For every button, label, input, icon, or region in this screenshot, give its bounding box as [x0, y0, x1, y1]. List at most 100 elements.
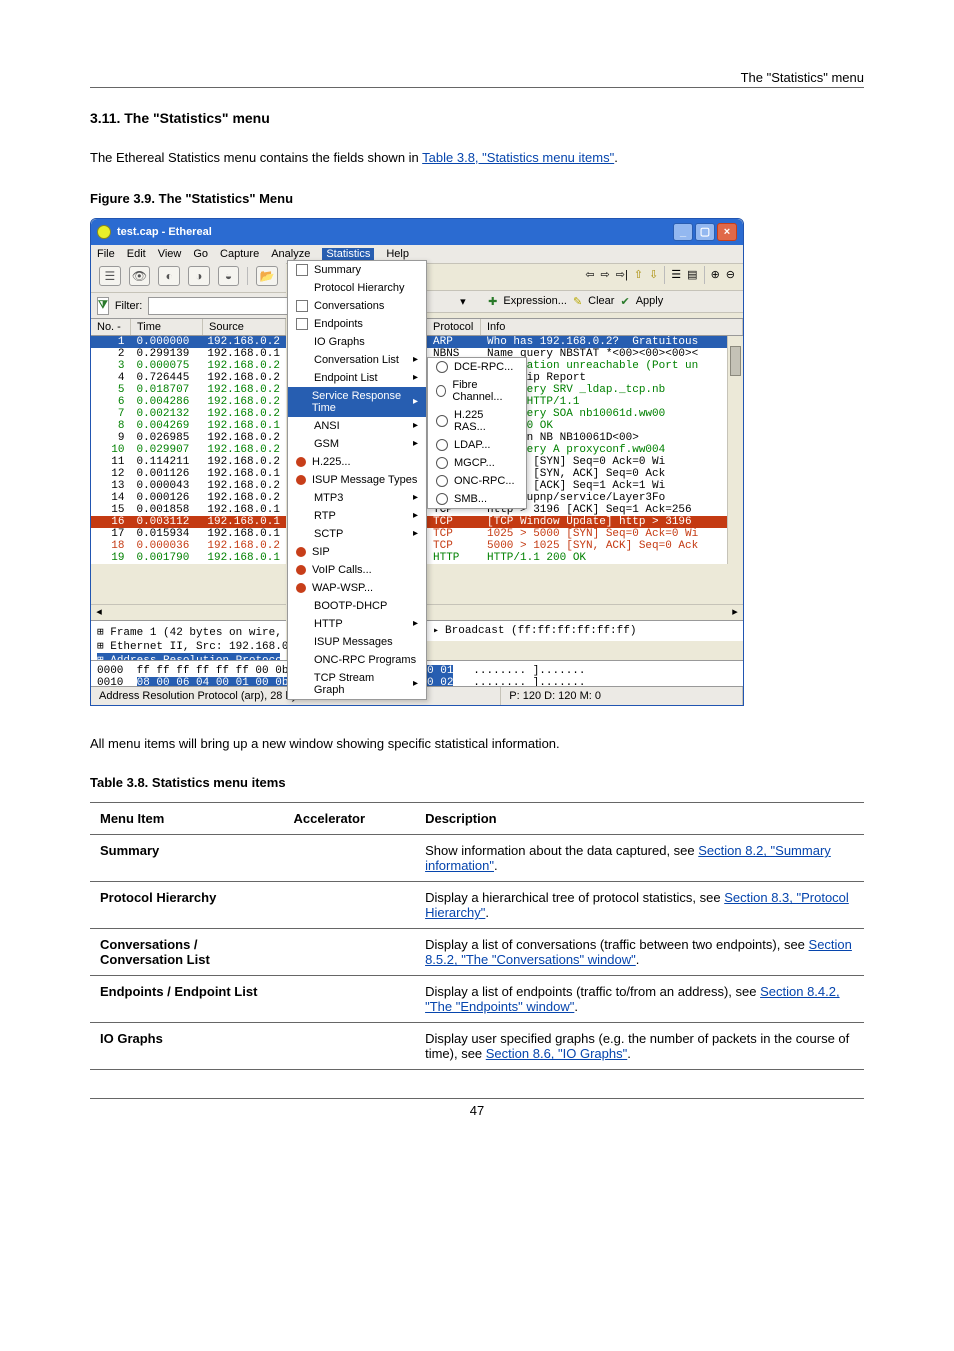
table-row[interactable]: 180.000036192.168.0.2 [91, 540, 286, 552]
srt-submenu-item[interactable]: SMB... [428, 490, 526, 508]
srt-submenu-item[interactable]: DCE-RPC... [428, 358, 526, 376]
nav-back-icon[interactable]: ⇦ [585, 268, 594, 281]
close-button[interactable]: × [717, 223, 737, 241]
dropdown-arrow-icon[interactable]: ▾ [460, 295, 466, 308]
stats-menu-item[interactable]: IO Graphs [288, 333, 426, 351]
intro-link[interactable]: Table 3.8, "Statistics menu items" [422, 150, 614, 165]
vscroll[interactable] [727, 336, 743, 564]
table-row[interactable]: 40.726445192.168.0.2 [91, 372, 286, 384]
view-list-icon[interactable]: ☰ [671, 268, 681, 281]
stats-menu-item[interactable]: Service Response Time▸ [288, 387, 426, 417]
table-row[interactable]: 130.000043192.168.0.2 [91, 480, 286, 492]
desc-link[interactable]: Section 8.4.2, "The "Endpoints" window" [425, 984, 840, 1014]
col-info[interactable]: Info [481, 319, 743, 335]
table-row[interactable]: 160.003112192.168.0.1 [91, 516, 286, 528]
table-row[interactable]: 90.026985192.168.0.2 [91, 432, 286, 444]
table-row[interactable]: 50.018707192.168.0.2 [91, 384, 286, 396]
apply-link[interactable]: Apply [636, 295, 664, 307]
nav-down-icon[interactable]: ⇩ [649, 268, 658, 281]
col-time[interactable]: Time [131, 319, 203, 335]
table-row[interactable]: 30.000075192.168.0.2 [91, 360, 286, 372]
srt-submenu-item[interactable]: ONC-RPC... [428, 472, 526, 490]
tree-eth[interactable]: ⊞ Ethernet II, Src: 192.168.0.2 [97, 639, 280, 653]
stats-menu-item[interactable]: ISUP Message Types [288, 471, 426, 489]
table-row[interactable]: 170.015934192.168.0.1 [91, 528, 286, 540]
tree-right-pane[interactable]: ▸ Broadcast (ff:ff:ff:ff:ff:ff) [427, 620, 743, 641]
tree-broadcast[interactable]: ▸ Broadcast (ff:ff:ff:ff:ff:ff) [433, 625, 737, 637]
table-row[interactable]: 100.029907192.168.0.2 [91, 444, 286, 456]
stats-menu-item[interactable]: VoIP Calls... [288, 561, 426, 579]
table-row[interactable]: 110.114211192.168.0.2 [91, 456, 286, 468]
tool-list-icon[interactable]: ☰ [99, 266, 121, 286]
table-row[interactable]: 190.001790192.168.0.1 [91, 552, 286, 564]
table-row[interactable]: 140.000126192.168.0.2 [91, 492, 286, 504]
stats-menu-item[interactable]: SIP [288, 543, 426, 561]
srt-submenu-item[interactable]: Fibre Channel... [428, 376, 526, 406]
table-row[interactable]: 70.002132192.168.0.2 [91, 408, 286, 420]
stats-menu-item[interactable]: Endpoint List▸ [288, 369, 426, 387]
srt-submenu-item[interactable]: MGCP... [428, 454, 526, 472]
menu-view[interactable]: View [158, 248, 182, 260]
nav-last-icon[interactable]: ⇨| [616, 268, 628, 281]
stats-menu-item[interactable]: BOOTP-DHCP [288, 597, 426, 615]
expression-link[interactable]: Expression... [503, 295, 567, 307]
stats-menu-item[interactable]: ANSI▸ [288, 417, 426, 435]
hscroll-right[interactable]: ▸ [427, 604, 743, 620]
stats-menu-item[interactable]: ISUP Messages [288, 633, 426, 651]
stats-menu-item[interactable]: Conversations [288, 297, 426, 315]
desc-link[interactable]: Section 8.6, "IO Graphs" [486, 1046, 627, 1061]
table-row[interactable]: HTTPHTTP/1.1 200 OK [427, 552, 743, 564]
desc-link[interactable]: Section 8.2, "Summary information" [425, 843, 831, 873]
table-row[interactable]: 150.001858192.168.0.1 [91, 504, 286, 516]
menu-statistics[interactable]: Statistics [322, 248, 374, 260]
table-row[interactable]: 20.299139192.168.0.1 [91, 348, 286, 360]
srt-submenu-item[interactable]: H.225 RAS... [428, 406, 526, 436]
col-proto[interactable]: Protocol [427, 319, 481, 335]
menu-edit[interactable]: Edit [127, 248, 146, 260]
table-row[interactable]: 60.004286192.168.0.2 [91, 396, 286, 408]
nav-up-icon[interactable]: ⇧ [634, 268, 643, 281]
stats-menu-item[interactable]: MTP3▸ [288, 489, 426, 507]
table-row[interactable]: ARPWho has 192.168.0.2? Gratuitous [427, 336, 743, 348]
tool-cap2-icon[interactable]: ◑ [188, 266, 210, 286]
zoom-in-icon[interactable]: ⊕ [711, 268, 720, 281]
minimize-button[interactable]: _ [673, 223, 693, 241]
table-row[interactable]: 10.000000192.168.0.2 [91, 336, 286, 348]
stats-menu-item[interactable]: SCTP▸ [288, 525, 426, 543]
table-row[interactable]: 80.004269192.168.0.1 [91, 420, 286, 432]
stats-menu-item[interactable]: Summary [288, 261, 426, 279]
col-no[interactable]: No. - [91, 319, 131, 335]
stats-menu-item[interactable]: HTTP▸ [288, 615, 426, 633]
stats-menu-item[interactable]: TCP Stream Graph▸ [288, 669, 426, 699]
menu-go[interactable]: Go [193, 248, 208, 260]
tool-open-icon[interactable]: 📂 [256, 266, 278, 286]
menu-analyze[interactable]: Analyze [271, 248, 310, 260]
stats-menu-item[interactable]: RTP▸ [288, 507, 426, 525]
stats-menu-item[interactable]: Protocol Hierarchy [288, 279, 426, 297]
menu-capture[interactable]: Capture [220, 248, 259, 260]
menu-file[interactable]: File [97, 248, 115, 260]
tree-frame[interactable]: ⊞ Frame 1 (42 bytes on wire, 42 [97, 625, 280, 639]
stats-menu-item[interactable]: H.225... [288, 453, 426, 471]
desc-link[interactable]: Section 8.5.2, "The "Conversations" wind… [425, 937, 852, 967]
table-row[interactable]: TCP1025 > 5000 [SYN] Seq=0 Ack=0 Wi [427, 528, 743, 540]
stats-menu-item[interactable]: ONC-RPC Programs [288, 651, 426, 669]
tool-cap1-icon[interactable]: ◐ [158, 266, 180, 286]
zoom-out-icon[interactable]: ⊖ [726, 268, 735, 281]
tool-eye-icon[interactable]: 👁 [129, 266, 151, 286]
stats-menu-item[interactable]: Conversation List▸ [288, 351, 426, 369]
table-row[interactable]: TCP5000 > 1025 [SYN, ACK] Seq=0 Ack [427, 540, 743, 552]
nav-fwd-icon[interactable]: ⇨ [601, 268, 610, 281]
col-source[interactable]: Source [203, 319, 286, 335]
stats-menu-item[interactable]: GSM▸ [288, 435, 426, 453]
stats-menu-item[interactable]: WAP-WSP... [288, 579, 426, 597]
filter-input[interactable] [148, 297, 296, 315]
view-detail-icon[interactable]: ▤ [687, 268, 697, 281]
srt-submenu-item[interactable]: LDAP... [428, 436, 526, 454]
stats-menu-item[interactable]: Endpoints [288, 315, 426, 333]
menu-help[interactable]: Help [386, 248, 409, 260]
clear-link[interactable]: Clear [588, 295, 614, 307]
hscroll-left[interactable]: ◂ [91, 604, 286, 620]
table-row[interactable]: 120.001126192.168.0.1 [91, 468, 286, 480]
maximize-button[interactable]: ▢ [695, 223, 715, 241]
